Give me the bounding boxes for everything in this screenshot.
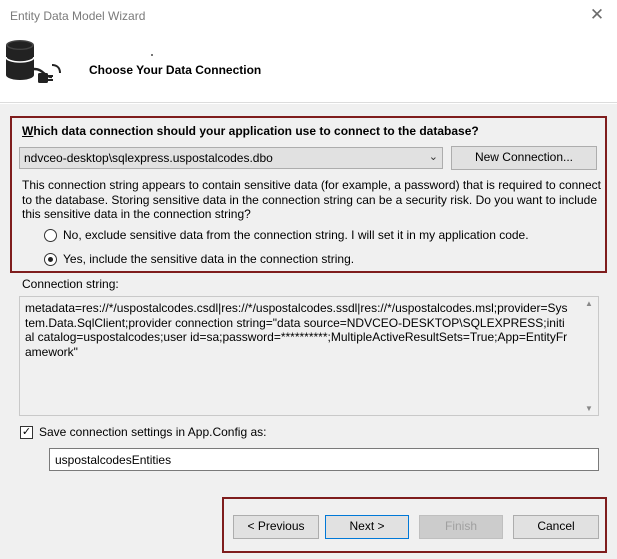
entities-name-field[interactable] <box>49 448 599 471</box>
question-accelerator: W <box>22 124 34 138</box>
window-title: Entity Data Model Wizard <box>10 9 146 23</box>
chevron-down-icon[interactable]: ⌄ <box>429 150 438 163</box>
radio-button-checked[interactable] <box>44 252 57 266</box>
radio-include-label: Yes, include the sensitive data in the c… <box>63 252 355 266</box>
page-title: Choose Your Data Connection <box>89 63 262 77</box>
entities-name-input[interactable] <box>50 449 598 470</box>
vertical-scrollbar[interactable]: ▲ ▼ <box>581 297 598 415</box>
next-button[interactable]: Next > <box>325 515 409 539</box>
title-bar: Entity Data Model Wizard ✕ <box>0 0 617 31</box>
scroll-down-icon[interactable]: ▼ <box>585 404 593 413</box>
save-settings-row[interactable]: ✓ Save connection settings in App.Config… <box>20 425 266 439</box>
radio-button[interactable] <box>44 228 57 242</box>
radio-include-sensitive[interactable]: Yes, include the sensitive data in the c… <box>44 252 354 266</box>
question-text: hich data connection should your applica… <box>33 124 479 138</box>
save-settings-checkbox[interactable]: ✓ <box>20 425 33 439</box>
database-plug-icon <box>5 40 61 83</box>
wizard-header: Choose Your Data Connection <box>0 31 617 103</box>
radio-exclude-label: No, exclude sensitive data from the conn… <box>63 228 529 242</box>
radio-exclude-sensitive[interactable]: No, exclude sensitive data from the conn… <box>44 228 529 242</box>
connection-string-text: metadata=res://*/uspostalcodes.csdl|res:… <box>25 301 568 359</box>
scroll-up-icon[interactable]: ▲ <box>585 299 593 308</box>
close-icon[interactable]: ✕ <box>587 5 607 25</box>
connection-question: Which data connection should your applic… <box>22 124 479 138</box>
previous-button[interactable]: < Previous <box>233 515 319 539</box>
connection-dropdown[interactable]: ndvceo-desktop\sqlexpress.uspostalcodes.… <box>19 147 443 169</box>
save-settings-label: Save connection settings in App.Config a… <box>39 425 267 439</box>
cancel-button[interactable]: Cancel <box>513 515 599 539</box>
header-mark <box>151 54 153 56</box>
finish-button[interactable]: Finish <box>419 515 503 539</box>
sensitive-data-warning: This connection string appears to contai… <box>22 178 601 221</box>
connection-string-box[interactable]: metadata=res://*/uspostalcodes.csdl|res:… <box>19 296 599 416</box>
connection-dropdown-value: ndvceo-desktop\sqlexpress.uspostalcodes.… <box>24 151 273 165</box>
connection-string-label: Connection string: <box>22 277 119 291</box>
new-connection-button[interactable]: New Connection... <box>451 146 597 170</box>
